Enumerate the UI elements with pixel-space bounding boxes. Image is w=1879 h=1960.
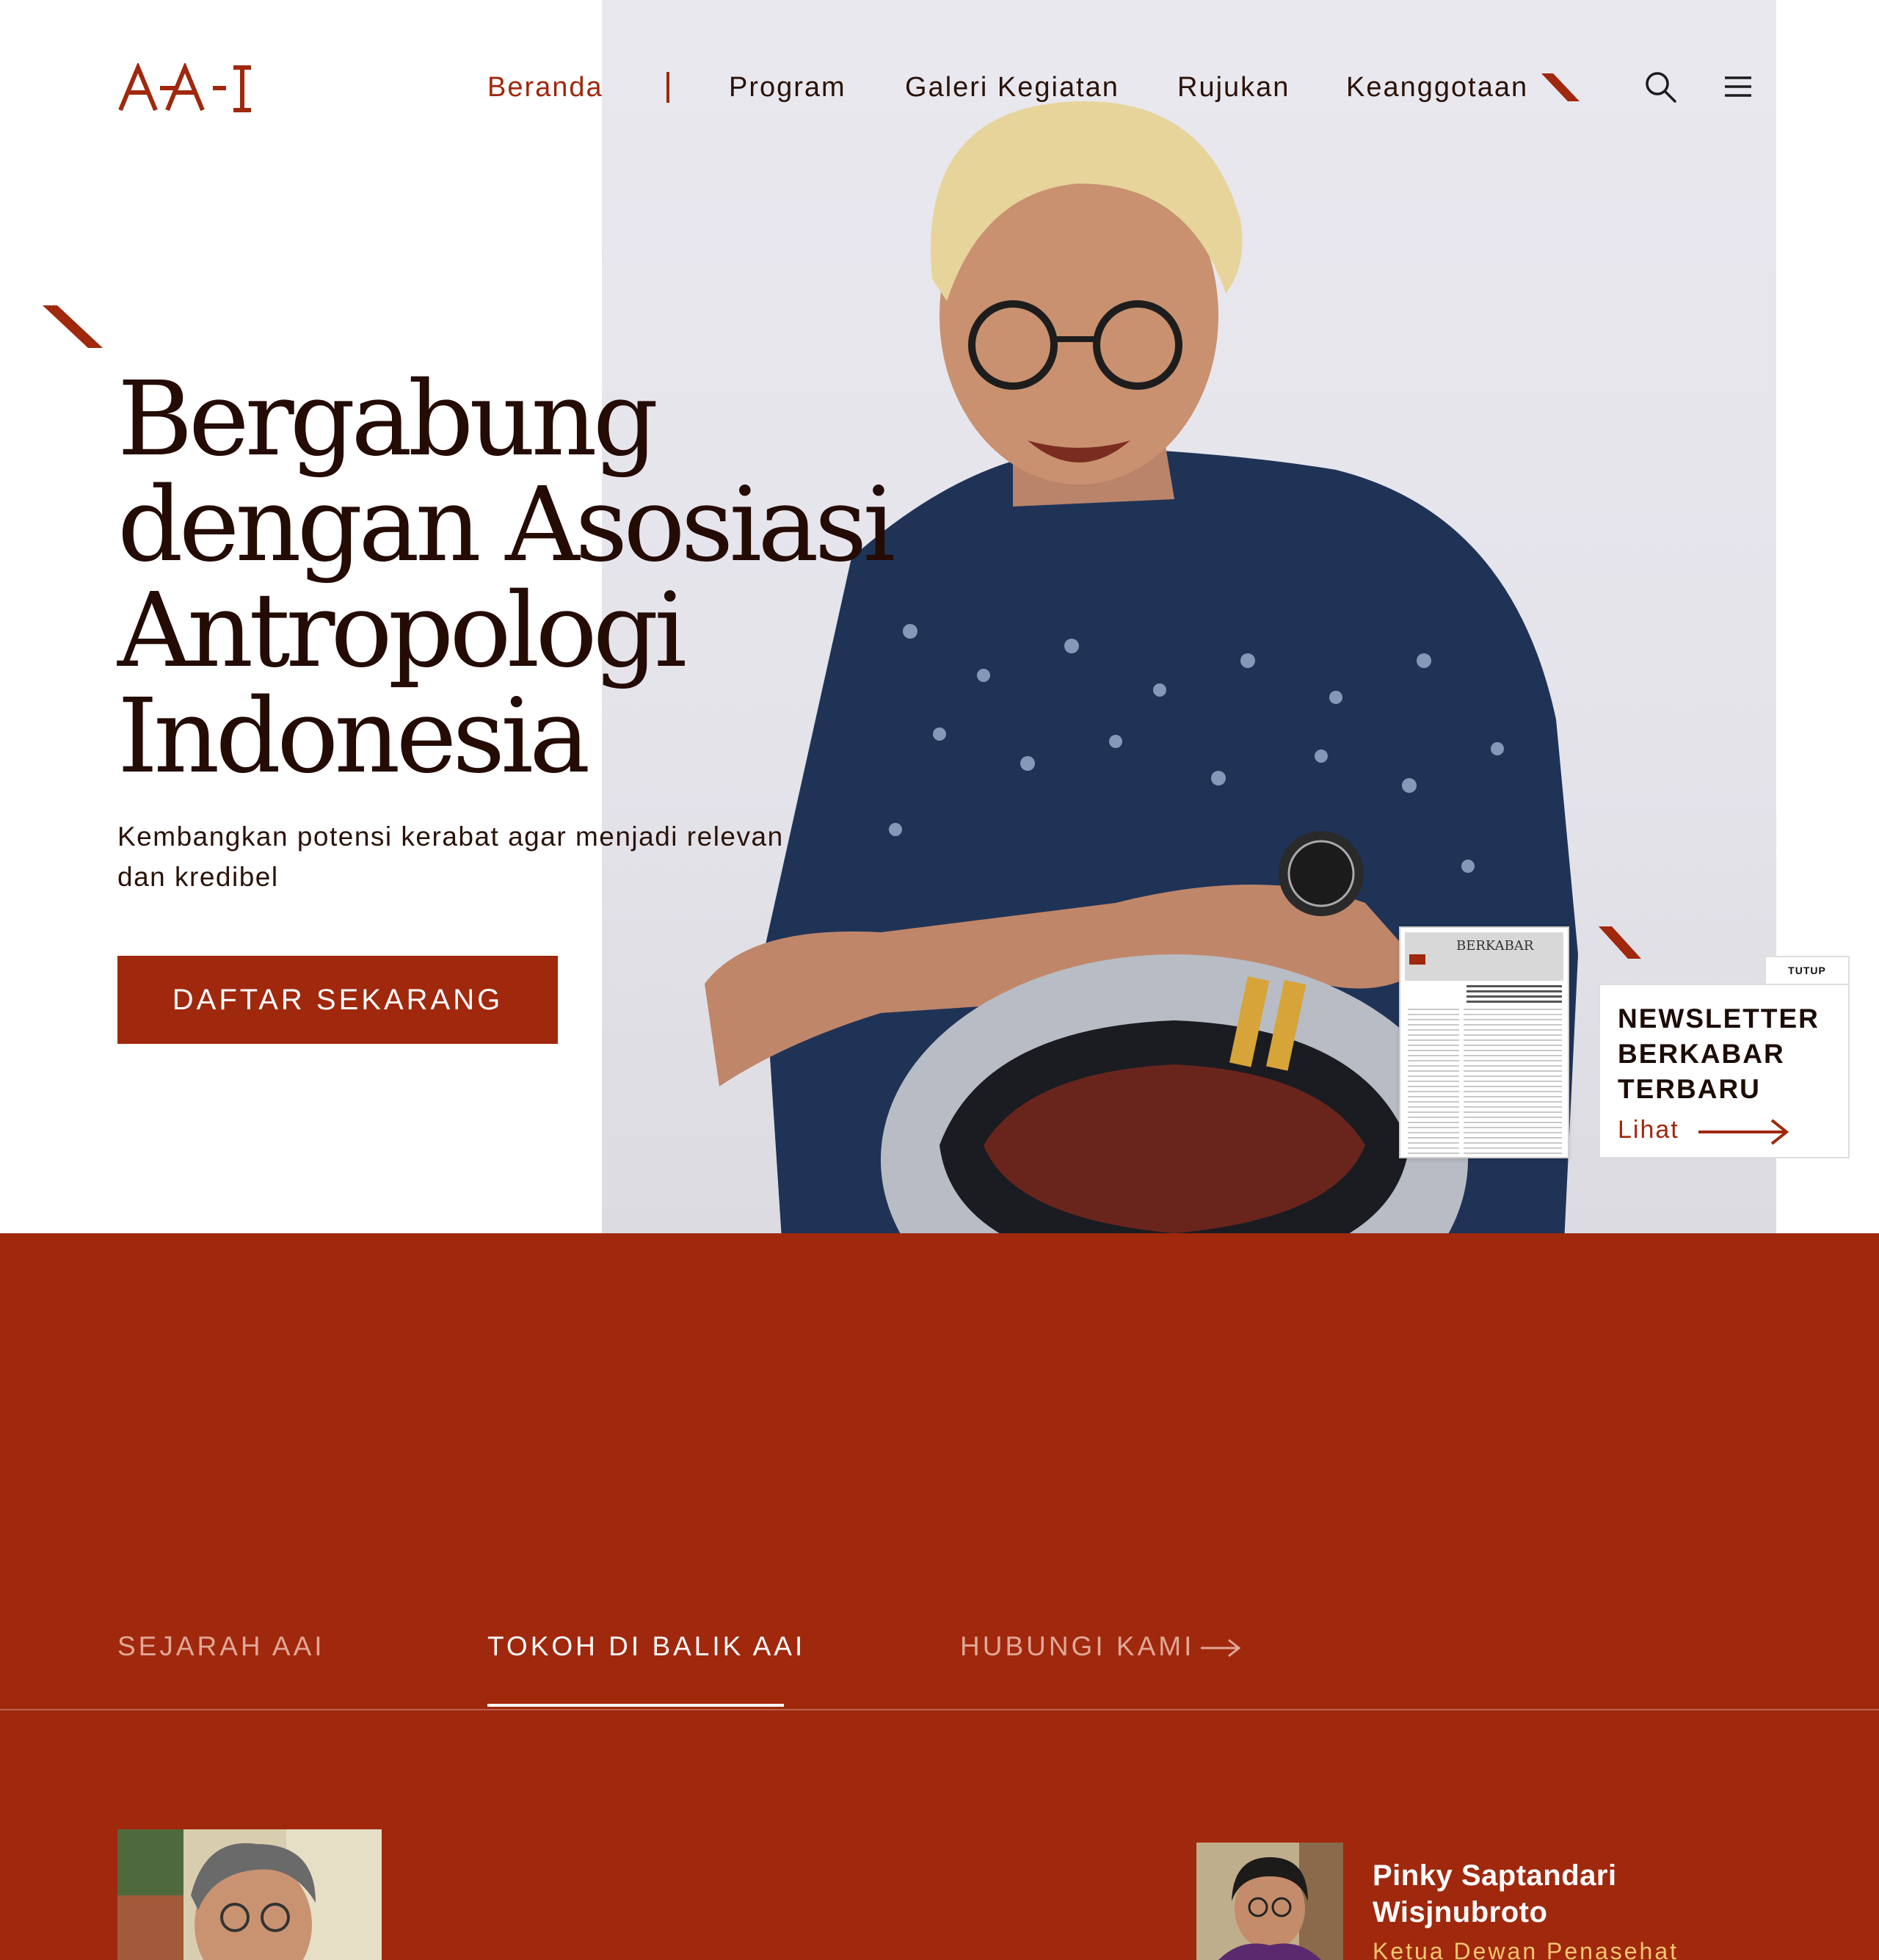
nav-active-divider bbox=[666, 72, 669, 103]
nav-galeri-kegiatan[interactable]: Galeri Kegiatan bbox=[905, 72, 1119, 104]
keanggotaan-slash-icon bbox=[1541, 73, 1580, 101]
hero-title-line-3: Antropologi bbox=[117, 571, 687, 691]
tab-hubungi-kami[interactable]: HUBUNGI KAMI bbox=[960, 1631, 1194, 1662]
nav-beranda[interactable]: Beranda bbox=[487, 72, 603, 104]
person-photo-small-illustration bbox=[1196, 1843, 1343, 1960]
newsletter-thumbnail[interactable]: BERKABAR bbox=[1399, 926, 1569, 1158]
active-tab-underline bbox=[487, 1704, 784, 1707]
newsletter-lihat-link[interactable]: Lihat bbox=[1618, 1116, 1679, 1144]
hero-title-line-1: Bergabung bbox=[117, 360, 658, 479]
daftar-sekarang-button[interactable]: DAFTAR SEKARANG bbox=[117, 956, 558, 1044]
newsletter-slash-icon bbox=[1599, 926, 1641, 959]
person-role: Ketua Dewan Penasehat bbox=[1373, 1938, 1679, 1960]
nav-keanggotaan[interactable]: Keanggotaan bbox=[1346, 72, 1528, 104]
newsletter-thumbnail-header: BERKABAR bbox=[1405, 932, 1563, 981]
person-photo-large[interactable] bbox=[117, 1829, 382, 1960]
hero-title-line-2: dengan Asosiasi bbox=[117, 465, 895, 585]
search-icon[interactable] bbox=[1643, 69, 1678, 104]
aai-logo[interactable] bbox=[116, 63, 257, 113]
newsletter-thumbnail-heading bbox=[1467, 985, 1562, 1004]
newsletter-thumbnail-logo bbox=[1409, 954, 1425, 965]
tab-tokoh-di-balik-aai[interactable]: TOKOH DI BALIK AAI bbox=[487, 1631, 805, 1662]
person-photo-large-illustration bbox=[117, 1829, 382, 1960]
tab-sejarah-aai[interactable]: SEJARAH AAI bbox=[117, 1631, 325, 1662]
arrow-right-icon[interactable] bbox=[1698, 1117, 1789, 1147]
newsletter-thumbnail-title: BERKABAR bbox=[1456, 938, 1534, 954]
hero-title: Bergabung dengan Asosiasi Antropologi In… bbox=[117, 367, 925, 790]
hamburger-menu-icon[interactable] bbox=[1720, 69, 1756, 104]
hubungi-arrow-icon[interactable] bbox=[1201, 1637, 1240, 1659]
hero-subtitle: Kembangkan potensi kerabat agar menjadi … bbox=[117, 821, 784, 892]
person-name: Pinky Saptandari Wisjnubroto bbox=[1373, 1859, 1617, 1928]
newsletter-card: NEWSLETTER BERKABAR TERBARU Lihat bbox=[1599, 984, 1850, 1158]
newsletter-close-button[interactable]: TUTUP bbox=[1764, 956, 1850, 985]
accent-slash-icon bbox=[43, 305, 103, 348]
tabs-divider bbox=[0, 1709, 1879, 1710]
newsletter-thumbnail-column-gap bbox=[1459, 1009, 1464, 1155]
hero-title-line-4: Indonesia bbox=[117, 677, 590, 796]
newsletter-thumbnail-text bbox=[1408, 1009, 1562, 1155]
nav-program[interactable]: Program bbox=[729, 72, 846, 104]
nav-rujukan[interactable]: Rujukan bbox=[1177, 72, 1290, 104]
person-photo-small[interactable] bbox=[1196, 1843, 1343, 1960]
newsletter-title: NEWSLETTER BERKABAR TERBARU bbox=[1618, 1003, 1820, 1104]
